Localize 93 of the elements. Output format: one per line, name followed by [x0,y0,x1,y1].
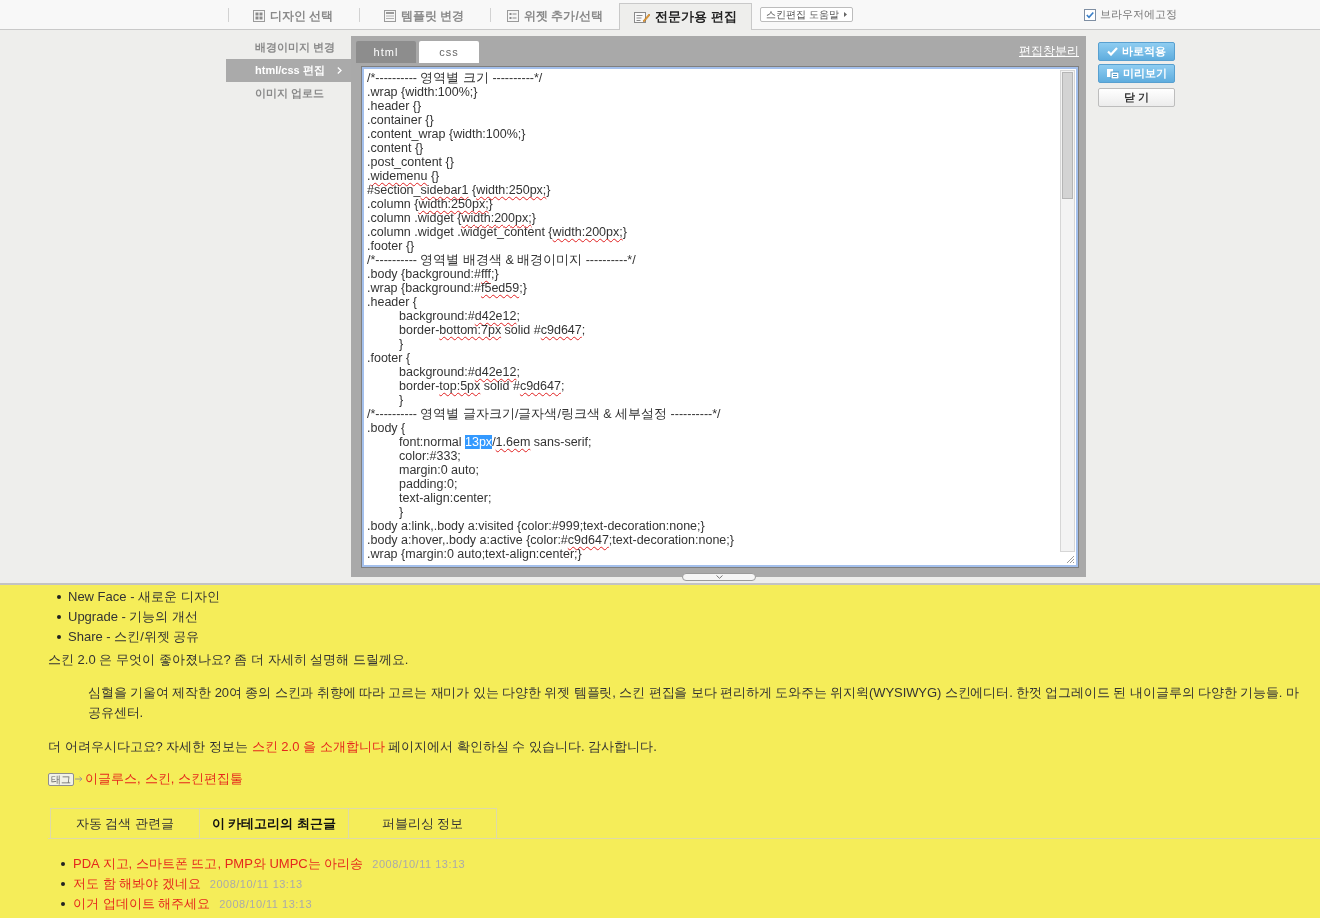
top-tab[interactable]: 디자인 선택 [229,3,357,29]
pin-option[interactable]: 브라우저에고정 [1084,7,1177,22]
code-line: background:#d42e12; [398,365,520,379]
code-line: .post_content {} [367,155,454,169]
bullet-icon [61,882,65,886]
code-line: background:#d42e12; [398,309,520,323]
tag-link[interactable]: 스킨편집툴 [178,769,244,789]
code-line: .body { [367,421,406,435]
code-line: .wrap {width:100%;} [367,85,478,99]
bullet-icon [61,862,65,866]
code-line: /*---------- 영역별 크기 ----------*/ [367,71,543,85]
bullet-icon [57,615,61,619]
arrow-icon [75,776,83,782]
post-date: 2008/10/11 13:13 [372,857,466,872]
bullet-icon [61,902,65,906]
side-menu-item[interactable]: 배경이미지 변경 [226,36,351,59]
detach-link[interactable]: 편집창분리 [1019,42,1079,60]
code-line: } [398,505,404,519]
side-menu-item[interactable]: 이미지 업로드 [226,82,351,105]
code-line: .column .widget .widget_content {width:200px;} [367,225,627,239]
post-date: 2008/10/11 13:13 [219,897,313,912]
code-line: .column .widget {width:200px;} [367,211,536,225]
layout-icon [383,10,396,22]
top-tab[interactable]: 전문가용 편집 [619,3,752,30]
code-line: .body {background:#fff;} [367,267,499,281]
grid-icon [252,10,265,22]
tag-link[interactable]: 스킨 [144,769,171,789]
quote-text: 심혈을 기울여 제작한 20여 종의 스킨과 취향에 따라 고르는 재미가 있는 다양한 위젯 템플릿, 스킨 편집을 보다 편리하게 도와주는 위지윅(WYSIWYG) 스킨에디터. 한껏 업그레이드 된 내이글루의 다양한 기능들. 마 [88,684,1300,702]
code-line: } [398,393,404,407]
code-line: .wrap {margin:0 auto;text-align:center;} [367,547,582,561]
caret-icon [843,12,847,17]
code-line: .widemenu {} [367,169,440,183]
related-tab[interactable]: 퍼블리싱 정보 [348,808,497,838]
tag-link[interactable]: 이글루스 [85,769,137,789]
code-line: #section_sidebar1 {width:250px;} [367,183,551,197]
post-link[interactable]: 저도 함 해봐야 겠네요 [73,874,201,894]
post-link[interactable]: PDA 지고, 스마트폰 뜨고, PMP와 UMPC는 아리송 [73,854,364,874]
editor-tab[interactable]: html [356,41,416,63]
code-line: } [398,337,404,351]
feature-item: Upgrade - 기능의 개선 [68,608,199,626]
code-line: .footer {} [367,239,415,253]
feature-item: New Face - 새로운 디자인 [68,588,220,606]
collapse-handle[interactable] [682,573,756,581]
list-icon [507,10,520,22]
scrollbar-track[interactable] [1060,70,1075,552]
code-line: border-top:5px solid #c9d647; [398,379,565,393]
quote-text: 공유센터. [88,704,145,722]
related-tab[interactable]: 자동 검색 관련글 [50,808,199,838]
action-button[interactable]: 닫 기 [1098,88,1175,107]
code-line: .content {} [367,141,424,155]
code-line: padding:0; [398,477,458,491]
intro-link[interactable]: 스킨 2.0 을 소개합니다 [251,739,385,754]
scrollbar-thumb[interactable] [1062,72,1073,199]
check-icon [1107,47,1118,56]
action-button[interactable]: 바로적용 [1098,42,1175,61]
code-line: text-align:center; [398,491,492,505]
bullet-icon [57,595,61,599]
tag-separator: , [137,770,141,788]
resize-grip-icon[interactable] [1064,553,1075,564]
code-line: .header {} [367,99,422,113]
code-line: .footer { [367,351,411,365]
chevron-down-icon [715,575,723,579]
action-button[interactable]: 미리보기 [1098,64,1175,83]
code-line: .column {width:250px;} [367,197,493,211]
code-line: .header { [367,295,418,309]
question-text: 스킨 2.0 은 무엇이 좋아졌나요? 좀 더 자세히 설명해 드릴께요. [48,651,410,669]
code-line: .body a:hover,.body a:active {color:#c9d647;text-decoration:none;} [367,533,734,547]
code-line: /*---------- 영역별 배경색 & 배경이미지 ----------*/ [367,253,636,267]
feature-item: Share - 스킨/위젯 공유 [68,628,200,646]
code-line: color:#333; [398,449,461,463]
top-tab[interactable]: 위젯 추가/선택 [491,3,619,29]
code-line: .container {} [367,113,434,127]
document-icon [1106,68,1119,79]
checkbox-icon[interactable] [1084,8,1096,21]
side-menu-item[interactable]: html/css 편집 [226,59,351,82]
related-tab[interactable]: 이 카테고리의 최근글 [199,808,348,838]
code-line: margin:0 auto; [398,463,479,477]
chevron-right-icon [337,67,342,74]
top-tab[interactable]: 템플릿 변경 [360,3,488,29]
tag-badge: 태그 [48,772,74,786]
code-line: .content_wrap {width:100%;} [367,127,526,141]
editor-tab[interactable]: css [419,41,479,63]
code-line: .body a:link,.body a:visited {color:#999;text-decoration:none;} [367,519,705,533]
code-line: border-bottom:7px solid #c9d647; [398,323,586,337]
post-date: 2008/10/11 13:13 [209,877,303,892]
tag-separator: , [170,770,175,788]
post-link[interactable]: 이거 업데이트 해주세요 [73,894,211,914]
code-line: /*---------- 영역별 글자크기/글자색/링크색 & 세부설정 ----------*/ [367,407,721,421]
help-button[interactable]: 스킨편집 도움말 [760,7,853,22]
edit-icon [634,11,651,23]
bullet-icon [57,635,61,639]
code-line: .wrap {background:#f5ed59;} [367,281,527,295]
more-info-text: 더 어려우시다고요? 자세한 정보는 스킨 2.0 을 소개합니다 페이지에서 확인하실 수 있습니다. 감사합니다. [48,738,658,756]
